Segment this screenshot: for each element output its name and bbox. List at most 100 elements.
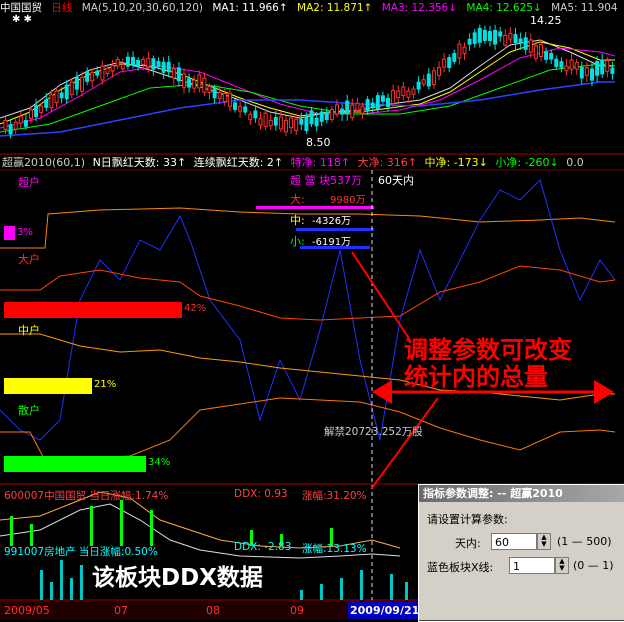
candle-body (324, 111, 329, 120)
candle-body (268, 119, 273, 127)
candle-body (533, 45, 538, 59)
candle-body (574, 62, 579, 70)
candle-body (248, 113, 253, 121)
candle-body (8, 124, 13, 135)
candle-body (442, 58, 447, 68)
line-input[interactable]: 1 (509, 557, 555, 574)
candle-body (120, 64, 125, 70)
stats-magenta-bar (256, 206, 374, 209)
candle-body (217, 91, 222, 100)
candle-body (238, 106, 243, 112)
candle-body (421, 79, 426, 85)
range-arrow-right (594, 380, 614, 404)
candle-body (39, 105, 44, 113)
candle-body (80, 77, 84, 92)
stats-window: 60天内 (378, 174, 414, 187)
annotation-line-2: 统计内的总量 (404, 363, 548, 391)
candle-body (386, 97, 390, 107)
candle-body (503, 34, 508, 46)
candle-body (610, 67, 615, 74)
candle-body (472, 32, 477, 44)
xiaojing-value: 小净: -260↓ (495, 156, 559, 169)
candle-body (467, 38, 472, 45)
stats-da-label: 大: (290, 193, 305, 206)
candle-body (335, 104, 339, 115)
candle-body (161, 61, 166, 73)
line-range: (0 — 1) (573, 559, 614, 572)
candle-body (258, 118, 263, 126)
candle-body (370, 102, 375, 109)
candle-body (182, 73, 186, 88)
candle-body (559, 61, 564, 68)
candle-body (141, 58, 146, 66)
large-percent: 42% (184, 303, 207, 314)
super-label: 超户 (18, 176, 40, 189)
candle-body (64, 84, 69, 100)
candle-body (289, 117, 294, 129)
candle-body (69, 81, 74, 96)
retail-label: 散户 (18, 404, 40, 417)
days-spinner[interactable]: ▲ ▼ (537, 533, 551, 550)
dajing-value: 大净: 316↑ (357, 156, 417, 169)
candle-body (391, 89, 396, 104)
candle-body (85, 71, 90, 82)
candle-body (197, 74, 202, 89)
candle-body (539, 44, 543, 58)
candle-body (176, 67, 181, 82)
candle-body (396, 90, 401, 99)
line-spinner[interactable]: ▲ ▼ (555, 557, 569, 574)
candle-body (202, 77, 207, 93)
candle-body (243, 106, 248, 113)
medium-label: 中户 (18, 324, 40, 337)
tejing-value: 特净: 118↑ (290, 156, 351, 169)
date-tick-4: 09 (290, 604, 304, 617)
stats-title: 超 营 块537万 (290, 174, 362, 187)
super-bar (4, 226, 15, 240)
candle-body (284, 120, 288, 133)
candle-body (187, 78, 192, 88)
candle-body (544, 51, 549, 60)
candle-body (600, 59, 605, 75)
indicator-name[interactable]: 超赢2010(60,1) (2, 156, 85, 169)
stats-xiao-label: 小: (290, 235, 305, 248)
candle-body (166, 61, 171, 73)
candle-body (34, 105, 39, 118)
days-input[interactable]: 60 (491, 533, 537, 550)
candle-body (207, 86, 212, 94)
candle-body (44, 99, 49, 108)
stats-da-value: 9980万 (330, 195, 366, 206)
candle-body (401, 86, 406, 97)
n-days-red: N日飘红天数: 33↑ (92, 156, 187, 169)
retail-bar (4, 456, 146, 472)
candle-body (554, 58, 559, 68)
param-dialog[interactable]: 指标参数调整: -- 超赢2010 请设置计算参数: 天内: 60 ▲ ▼ (1 … (418, 484, 624, 622)
candle-body (564, 65, 569, 72)
ddx-sector-zf: 涨幅:13.13% (302, 543, 367, 555)
candle-body (605, 60, 610, 72)
stats-xiao-value: -6191万 (312, 237, 352, 248)
dialog-title[interactable]: 指标参数调整: -- 超赢2010 (419, 485, 624, 502)
date-tick-2: 07 (114, 604, 128, 617)
candle-body (54, 90, 59, 104)
ddx-big-label: 该板块DDX数据 (92, 565, 263, 591)
candle-body (595, 61, 600, 76)
candle-body (105, 67, 110, 75)
candle-body (360, 105, 365, 114)
candle-body (100, 65, 105, 81)
candle-body (278, 116, 283, 130)
candle-body (95, 70, 100, 76)
stats-zhong-value: -4326万 (312, 216, 352, 227)
candle-body (523, 37, 528, 50)
candle-body (131, 56, 135, 66)
candle-body (314, 117, 319, 127)
candle-body (299, 118, 304, 125)
candle-body (253, 110, 258, 119)
current-date: 2009/09/21 (350, 604, 420, 617)
candle-body (406, 90, 411, 98)
candle-body (273, 117, 278, 126)
consecutive-red: 连续飘红天数: 2↑ (193, 156, 284, 169)
dialog-prompt: 请设置计算参数: (427, 513, 508, 526)
candle-body (375, 95, 380, 110)
candle-body (136, 59, 141, 67)
ddx-stock-line: 600007中国国贸 当日涨幅:1.74% (4, 490, 169, 502)
